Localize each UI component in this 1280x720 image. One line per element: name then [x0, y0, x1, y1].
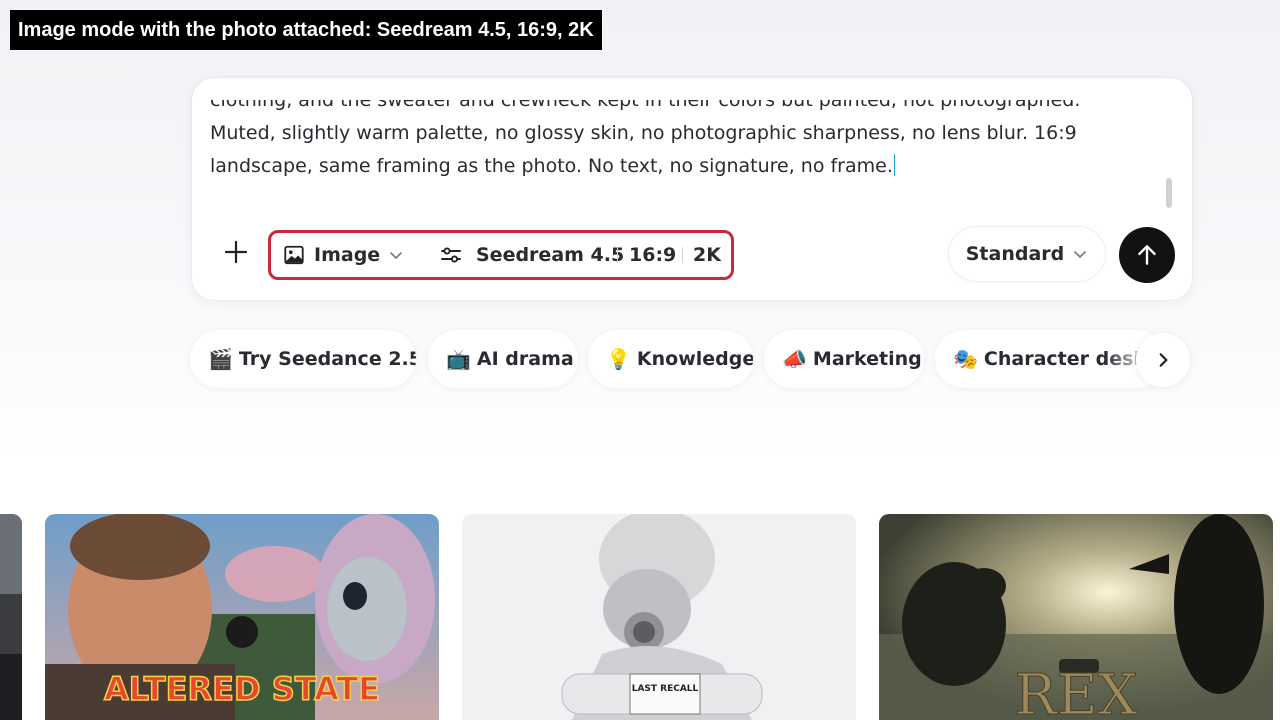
gallery-card-altered-state[interactable]: ALTERED STATE: [45, 514, 439, 720]
chevron-down-icon: [1074, 251, 1087, 258]
chevron-down-icon: [390, 252, 403, 259]
chevron-right-icon: [1159, 353, 1168, 367]
resolution-label[interactable]: 2K: [693, 233, 721, 277]
prompt-textarea[interactable]: clothing, and the sweater and crewneck k…: [210, 100, 1162, 218]
quality-label: Standard: [965, 243, 1065, 265]
quality-dropdown[interactable]: Standard: [949, 227, 1105, 281]
sliders-icon: [441, 247, 461, 263]
prompt-line: landscape, same framing as the photo. No…: [210, 150, 1162, 183]
mode-label: Image: [314, 244, 381, 266]
screenshot-caption: Image mode with the photo attached: Seed…: [10, 10, 602, 50]
gallery-card-last-recall[interactable]: LAST RECALL: [462, 514, 856, 720]
gallery-card-partial[interactable]: [0, 514, 22, 720]
suggestion-chips: 🎬 Try Seedance 2.5 📺 AI drama 💡 Knowledg…: [190, 330, 1190, 388]
divider: [682, 247, 683, 263]
gallery-thumbnail: REX: [879, 514, 1273, 720]
chip-label: AI drama: [476, 348, 574, 370]
gallery-thumbnail: ALTERED STATE: [45, 514, 439, 720]
aspect-ratio-label[interactable]: 16:9: [629, 233, 676, 277]
thumbnail-title: REX: [1015, 663, 1138, 720]
masks-icon: 🎭: [953, 347, 978, 371]
thumbnail-title: LAST RECALL: [632, 684, 699, 694]
arrow-up-icon: [1138, 245, 1156, 265]
megaphone-icon: 📣: [782, 347, 807, 371]
text-caret: [893, 154, 895, 176]
gallery-thumbnail: [0, 514, 22, 720]
chip-try-seedance[interactable]: 🎬 Try Seedance 2.5: [190, 330, 416, 388]
send-button[interactable]: [1119, 227, 1175, 283]
chip-ai-drama[interactable]: 📺 AI drama: [428, 330, 578, 388]
lightbulb-icon: 💡: [606, 347, 631, 371]
prompt-scrollbar[interactable]: [1166, 178, 1172, 208]
chip-knowledge[interactable]: 💡 Knowledge: [588, 330, 753, 388]
gallery-card-rex[interactable]: REX: [879, 514, 1273, 720]
thumbnail-title: ALTERED STATE: [104, 670, 380, 708]
add-attachment-button[interactable]: [218, 234, 254, 270]
chip-label: Try Seedance 2.5: [238, 348, 416, 370]
divider: [617, 247, 618, 263]
prompt-line: Muted, slightly warm palette, no glossy …: [210, 122, 1077, 144]
clapperboard-icon: 🎬: [208, 347, 233, 371]
prompt-composer: clothing, and the sweater and crewneck k…: [192, 78, 1192, 300]
chip-label: Knowledge: [636, 348, 753, 370]
model-label: Seedream 4.5: [476, 244, 625, 266]
chip-label: Marketing: [812, 348, 922, 370]
tv-icon: 📺: [446, 347, 471, 371]
chip-marketing[interactable]: 📣 Marketing: [764, 330, 924, 388]
prompt-line-text: landscape, same framing as the photo. No…: [210, 155, 893, 177]
model-settings-button[interactable]: Seedream 4.5: [439, 233, 624, 277]
plus-icon: [224, 240, 248, 264]
generation-settings-group: Image Seedream 4.5 16:9 2K: [268, 230, 734, 280]
mode-dropdown[interactable]: Image: [283, 233, 404, 277]
image-icon: [284, 245, 304, 265]
chips-next-button[interactable]: [1136, 333, 1190, 387]
chip-character-design[interactable]: 🎭 Character design: [935, 330, 1165, 388]
prompt-line: clothing, and the sweater and crewneck k…: [210, 100, 1081, 111]
gallery-thumbnail: LAST RECALL: [462, 514, 856, 720]
